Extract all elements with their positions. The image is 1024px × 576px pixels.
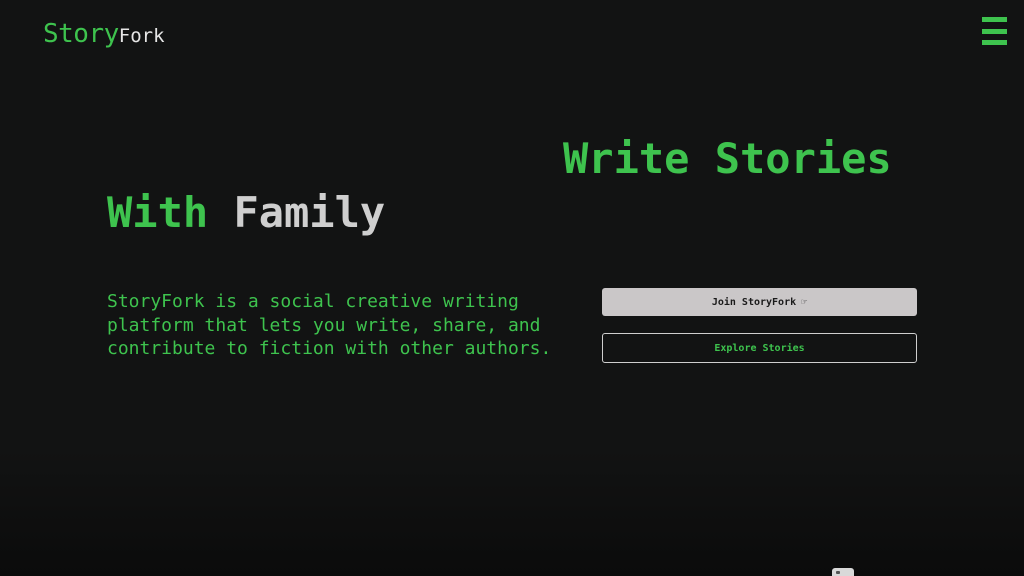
hero-word-family: Family	[233, 188, 386, 237]
logo-story-text: Story	[43, 19, 119, 49]
hero-word-with: With	[107, 188, 209, 237]
floating-widget-icon[interactable]	[832, 568, 854, 576]
pointing-hand-icon: ☞	[801, 296, 808, 308]
hero-description: StoryFork is a social creative writing p…	[107, 291, 552, 359]
join-button-label: Join StoryFork	[711, 296, 797, 308]
explore-stories-button[interactable]: Explore Stories	[602, 333, 917, 363]
menu-bar	[982, 40, 1007, 45]
logo-fork-text: Fork	[118, 25, 165, 47]
join-storyfork-button[interactable]: Join StoryFork ☞	[602, 288, 917, 316]
menu-bar	[982, 17, 1007, 22]
logo[interactable]: Story Fork	[43, 19, 165, 49]
hamburger-menu-icon[interactable]	[982, 17, 1007, 45]
hero-line-write-stories: Write Stories	[563, 134, 892, 183]
hero-line-with-family: With Family	[107, 188, 385, 238]
menu-bar	[982, 28, 1007, 34]
explore-button-label: Explore Stories	[714, 342, 805, 354]
